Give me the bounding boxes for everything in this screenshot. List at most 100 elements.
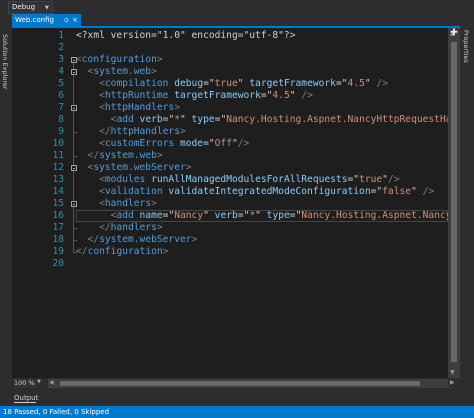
code-token: configuration xyxy=(87,246,163,257)
fold-guide xyxy=(73,207,74,228)
solution-explorer-tab[interactable]: Solution Explorer xyxy=(1,34,9,90)
line-number: 2 xyxy=(58,42,64,53)
line-number: 16 xyxy=(52,210,64,221)
output-tab[interactable]: Output xyxy=(14,394,38,402)
line-number: 18 xyxy=(52,234,64,245)
fold-guide xyxy=(73,111,74,132)
code-token: /> xyxy=(295,90,313,101)
close-icon[interactable]: × xyxy=(72,16,78,24)
code-line[interactable]: </handlers> xyxy=(76,222,163,234)
code-editor[interactable]: 1 2 3 4 5 6 7 8 9 10 11 12 13 14 15 16 17 18 19 20 <?xml ve… xyxy=(12,28,448,378)
code-line[interactable]: <compilation debug="true" targetFramewor… xyxy=(76,78,388,90)
code-token: httpHandlers xyxy=(104,102,175,113)
code-token: </ xyxy=(76,150,100,161)
code-token: validation xyxy=(104,186,163,197)
split-editor-icon[interactable]: ✚ xyxy=(449,28,459,38)
tab-label: Web.config xyxy=(15,16,54,24)
code-line[interactable]: <system.web> xyxy=(76,66,157,78)
code-token: </ xyxy=(76,246,88,257)
scroll-down-icon[interactable]: ▼ xyxy=(450,369,455,376)
code-line[interactable]: <configuration> xyxy=(76,54,163,66)
code-token: 4.5 xyxy=(347,78,365,89)
code-line[interactable]: <add name="Nancy" verb="*" type="Nancy.H… xyxy=(76,210,448,222)
output-tab-underline xyxy=(14,402,36,403)
code-token: mode xyxy=(174,138,204,149)
code-token: /> xyxy=(387,174,400,185)
code-line[interactable]: </system.web> xyxy=(76,150,163,162)
status-bar: 18 Passed, 0 Failed, 0 Skipped xyxy=(0,406,474,418)
line-number: 19 xyxy=(52,246,64,257)
code-line[interactable]: <add verb="*" type="Nancy.Hosting.Aspnet… xyxy=(76,114,448,126)
line-number: 5 xyxy=(58,78,64,89)
code-line[interactable]: </configuration> xyxy=(76,246,168,258)
code-token: > xyxy=(151,198,157,209)
vertical-scroll-thumb[interactable] xyxy=(451,42,457,362)
code-token: < xyxy=(76,102,105,113)
chevron-down-icon[interactable]: ▼ xyxy=(37,379,41,385)
code-token: system.web xyxy=(99,150,157,161)
code-token: > xyxy=(185,162,192,173)
code-token: add xyxy=(116,210,134,221)
code-token: system.webServer xyxy=(93,162,186,173)
code-line[interactable]: <modules runAllManagedModulesForAllReque… xyxy=(76,174,400,186)
code-line[interactable]: <handlers> xyxy=(76,198,157,210)
tab-web-config[interactable]: Web.config ⊙ × xyxy=(12,14,81,26)
line-number: 6 xyxy=(58,90,64,101)
code-token: type xyxy=(260,210,290,221)
code-token: compilation xyxy=(104,78,169,89)
code-token: Nancy.Hosting.Aspnet.NancyHttpRequestHan… xyxy=(226,114,448,125)
code-token: false xyxy=(382,186,412,197)
code-line[interactable]: <httpRuntime targetFramework="4.5" /> xyxy=(76,90,313,102)
code-line[interactable]: <?xml version="1.0" encoding="utf-8"?> xyxy=(76,30,296,42)
code-token: < xyxy=(76,66,94,77)
code-token: > xyxy=(162,246,169,257)
scroll-left-icon[interactable]: ◀ xyxy=(49,379,54,386)
code-line[interactable]: </httpHandlers> xyxy=(76,126,186,138)
code-line[interactable]: </system.webServer> xyxy=(76,234,198,246)
code-token: </ xyxy=(76,126,111,137)
configuration-dropdown[interactable]: Debug ▼ xyxy=(8,1,53,14)
line-number: 14 xyxy=(52,186,64,197)
code-token: > xyxy=(174,102,180,113)
code-token: httpHandlers xyxy=(110,126,180,137)
code-line[interactable]: <validation validateIntegratedModeConfig… xyxy=(76,186,434,198)
code-token: > xyxy=(156,54,163,65)
line-number: 13 xyxy=(52,174,64,185)
vertical-scrollbar[interactable]: ▲ ▼ xyxy=(448,28,460,378)
zoom-level[interactable]: 100 % xyxy=(14,379,36,388)
code-token: true xyxy=(214,78,238,89)
code-token: Nancy.Hosting.Aspnet.NancyHttpRequestHan… xyxy=(301,210,448,221)
code-token: customErrors xyxy=(104,138,175,149)
code-token: < xyxy=(76,90,105,101)
code-text[interactable]: <?xml version="1.0" encoding="utf-8"?> <c… xyxy=(76,28,448,378)
code-token: < xyxy=(76,78,105,89)
scroll-right-icon[interactable]: ▶ xyxy=(450,379,455,386)
properties-tab[interactable]: Properties xyxy=(462,30,470,63)
code-token: 4.5 xyxy=(272,90,290,101)
code-token: < xyxy=(76,174,105,185)
line-number: 3 xyxy=(58,54,64,65)
code-token: < xyxy=(76,198,105,209)
code-token: > xyxy=(156,150,163,161)
code-line[interactable]: <customErrors mode="Off"/> xyxy=(76,138,249,150)
code-token: < xyxy=(76,138,105,149)
code-token: true xyxy=(359,174,383,185)
horizontal-scroll-thumb[interactable] xyxy=(60,381,420,386)
code-token: </ xyxy=(76,234,100,245)
code-token: > xyxy=(191,234,198,245)
pin-icon[interactable]: ⊙ xyxy=(64,17,69,24)
test-status-text: 18 Passed, 0 Failed, 0 Skipped xyxy=(3,408,110,416)
code-token: > xyxy=(151,66,157,77)
code-token: handlers xyxy=(110,222,157,233)
code-token: <?xml version="1.0" encoding="utf-8"?> xyxy=(76,30,296,41)
line-number: 12 xyxy=(52,162,64,173)
code-token: < xyxy=(76,210,117,221)
code-line[interactable]: <system.webServer> xyxy=(76,162,192,174)
code-token: < xyxy=(76,114,117,125)
code-line[interactable]: <httpHandlers> xyxy=(76,102,180,114)
right-tool-strip xyxy=(460,14,474,380)
code-token: /> xyxy=(416,186,435,197)
line-number: 4 xyxy=(58,66,64,77)
horizontal-scrollbar-row: 100 % ▼ ◀ ▶ xyxy=(12,378,460,389)
code-token: verb xyxy=(208,210,238,221)
